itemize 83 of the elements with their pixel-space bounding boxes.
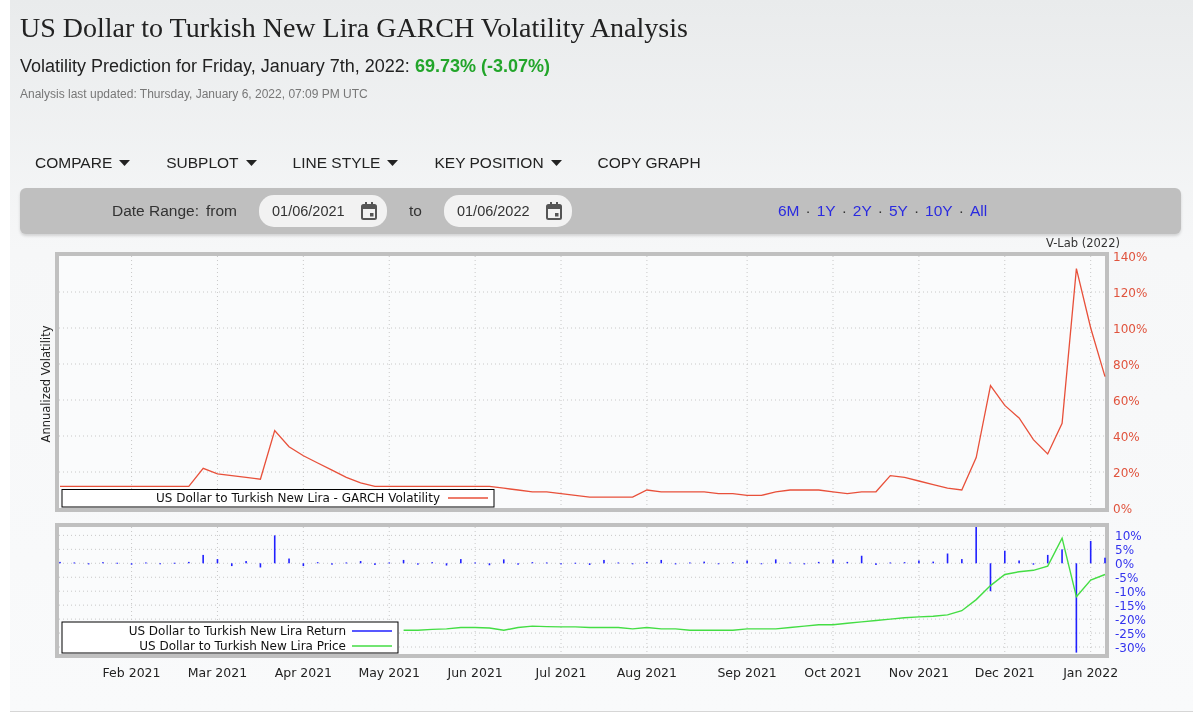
axis-tick-label: -25% (1115, 627, 1146, 642)
return-bar (359, 561, 362, 564)
axis-tick-label: Jun 2021 (447, 665, 503, 680)
return-bar (817, 561, 820, 564)
caret-icon (245, 160, 257, 166)
axis-tick-label: 100% (1113, 322, 1148, 336)
separator-dot: · (877, 202, 883, 220)
separator-dot: · (805, 202, 811, 220)
axis-tick-label: -10% (1115, 585, 1146, 600)
caret-icon (119, 160, 131, 166)
axis-tick-label: Jan 2022 (1063, 665, 1119, 680)
return-bar (488, 563, 491, 566)
axis-tick-label: 5% (1115, 543, 1135, 558)
calendar-icon (361, 202, 378, 220)
return-bar (216, 559, 219, 564)
range-preset-link[interactable]: 2Y (852, 202, 872, 220)
return-bar (502, 559, 505, 564)
axis-tick-label: Nov 2021 (888, 665, 949, 680)
legend-label: US Dollar to Turkish New Lira - GARCH Volatility (156, 491, 440, 505)
axis-tick-label: 0% (1115, 557, 1135, 572)
return-bar (989, 563, 992, 592)
return-bar (860, 555, 863, 564)
last-updated-text: Analysis last updated: Thursday, January 6, 2022, 07:09 PM UTC (20, 86, 369, 102)
date-field[interactable]: 01/06/2021 (259, 195, 388, 227)
axis-tick-label: 80% (1113, 358, 1140, 372)
return-bar (302, 563, 305, 567)
from-label: from (206, 202, 238, 220)
axis-tick-label: Sep 2021 (717, 665, 777, 680)
axis-tick-label: 20% (1113, 466, 1140, 480)
page-title: US Dollar to Turkish New Lira GARCH Volatility Analysis (20, 11, 689, 45)
range-preset-link[interactable]: 1Y (816, 202, 836, 220)
dropdown-menu-button[interactable]: COMPARE (32, 152, 134, 174)
return-bar (1089, 540, 1092, 564)
axis-tick-label: 140% (1113, 250, 1148, 264)
range-preset-link[interactable]: 10Y (925, 202, 953, 220)
separator-dot: · (913, 202, 920, 220)
date-field[interactable]: 01/06/2022 (443, 195, 572, 227)
return-bar (259, 563, 262, 568)
axis-tick-label: Mar 2021 (187, 665, 248, 680)
axis-tick-label: Apr 2021 (274, 665, 333, 680)
date-range-label: Date Range: (112, 202, 200, 220)
to-label: to (409, 202, 422, 220)
axis-title: Annualized Volatility (39, 325, 53, 443)
legend-label: US Dollar to Turkish New Lira Return (128, 624, 346, 638)
calendar-icon (545, 202, 562, 220)
axis-tick-label: 10% (1115, 529, 1142, 544)
axis-tick-label: Oct 2021 (804, 665, 862, 680)
copy-graph-button[interactable]: COPY GRAPH (594, 152, 704, 174)
return-bar (402, 559, 405, 564)
prediction-label: Volatility Prediction for Friday, January 7th, 2022: (20, 56, 410, 76)
dropdown-menu-button[interactable]: LINE STYLE (289, 152, 402, 174)
return-bar (774, 559, 777, 564)
caret-icon (387, 160, 399, 166)
separator-dot: · (841, 202, 847, 220)
range-preset-link[interactable]: 6M (777, 202, 800, 220)
axis-tick-label: 40% (1113, 430, 1140, 444)
axis-tick-label: Aug 2021 (616, 665, 677, 680)
axis-tick-label: Dec 2021 (974, 665, 1035, 680)
range-preset-link[interactable]: All (969, 202, 988, 220)
return-bar (660, 559, 663, 564)
axis-tick-label: -5% (1115, 571, 1139, 586)
prediction-value: 69.73% (-3.07%) (414, 56, 550, 76)
axis-tick-label: 60% (1113, 394, 1140, 408)
axis-tick-label: Feb 2021 (102, 665, 161, 680)
source-label: V-Lab (2022) (1046, 236, 1120, 250)
return-bar (846, 561, 849, 564)
legend-label: US Dollar to Turkish New Lira Price (139, 639, 346, 653)
axis-tick-label: -15% (1115, 599, 1146, 614)
return-bar (273, 535, 276, 564)
axis-tick-label: May 2021 (358, 665, 421, 680)
axis-tick-label: 120% (1113, 286, 1148, 300)
dropdown-menu-button[interactable]: SUBPLOT (163, 152, 260, 174)
range-preset-link[interactable]: 5Y (888, 202, 908, 220)
return-bar (445, 563, 448, 566)
dropdown-menu-button[interactable]: KEY POSITION (431, 152, 565, 174)
axis-tick-label: -20% (1115, 613, 1146, 628)
axis-tick-label: Jul 2021 (535, 665, 587, 680)
axis-tick-label: -30% (1115, 641, 1146, 655)
return-bar (946, 553, 949, 564)
axis-tick-label: 0% (1113, 502, 1133, 516)
caret-icon (550, 160, 562, 166)
separator-dot: · (958, 202, 964, 220)
return-bar (1046, 554, 1049, 564)
